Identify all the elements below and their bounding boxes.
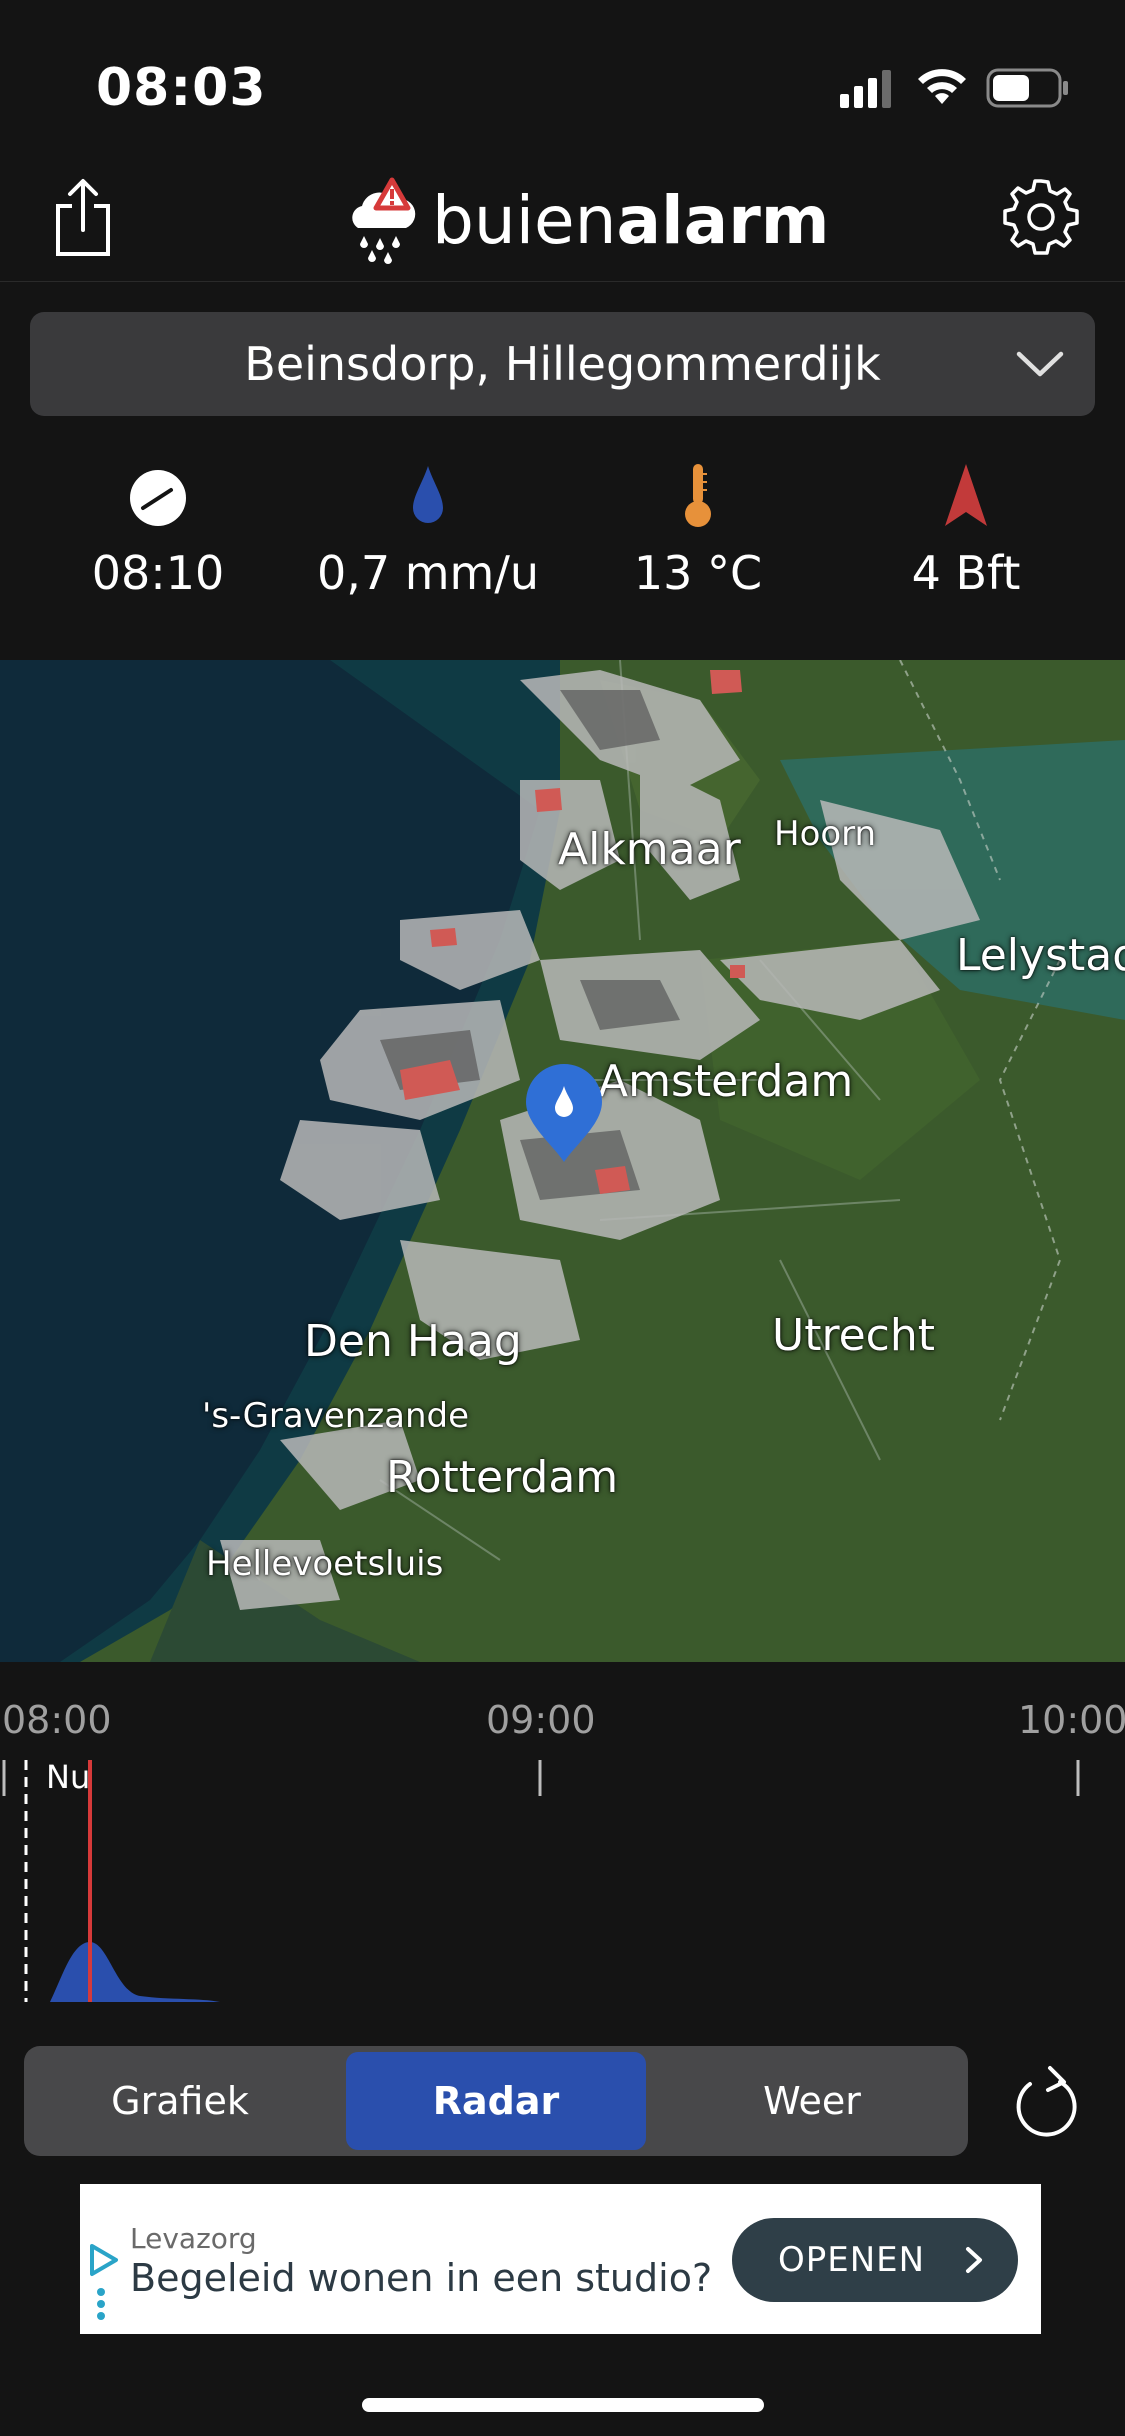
app-header: buienalarm <box>0 160 1125 282</box>
ad-choices-icon[interactable] <box>86 2244 122 2322</box>
map-label-s-gravenzande: 's-Gravenzande <box>202 1396 470 1436</box>
stat-wind: 4 Bft <box>826 460 1106 600</box>
ad-title: Begeleid wonen in een studio? <box>130 2256 713 2300</box>
location-selector[interactable]: Beinsdorp, Hillegommerdijk <box>30 312 1095 416</box>
clock-icon <box>130 470 186 526</box>
signal-bars-icon <box>840 70 891 108</box>
stat-temperature: 13 °C <box>558 460 838 600</box>
tab-radar[interactable]: Radar <box>346 2052 646 2150</box>
stat-time-value: 08:10 <box>91 546 225 600</box>
ad-advertiser: Levazorg <box>130 2222 257 2255</box>
wifi-icon <box>918 69 966 104</box>
now-label: Nu <box>46 1758 91 1796</box>
rain-cloud-warning-icon <box>352 177 416 264</box>
raindrop-icon <box>413 466 443 523</box>
map-label-rotterdam: Rotterdam <box>386 1452 619 1503</box>
map-label-hellevoetsluis: Hellevoetsluis <box>206 1544 444 1584</box>
chevron-down-icon <box>1016 351 1064 377</box>
refresh-icon[interactable] <box>1010 2060 1080 2140</box>
tab-weer[interactable]: Weer <box>662 2052 962 2150</box>
map-label-alkmaar: Alkmaar <box>558 824 741 875</box>
stat-precipitation: 0,7 mm/u <box>288 460 568 600</box>
rain-timeline[interactable]: 08:00 09:00 10:00 Nu <box>0 1662 1125 2022</box>
status-time: 08:03 <box>96 58 267 118</box>
stat-precipitation-value: 0,7 mm/u <box>316 546 540 600</box>
weather-stats: 08:10 0,7 mm/u 13 °C 4 Bft <box>0 460 1125 630</box>
map-label-hoorn: Hoorn <box>774 814 877 854</box>
status-bar: 08:03 <box>0 0 1125 160</box>
map-label-lelystad: Lelystad <box>956 930 1125 981</box>
share-icon[interactable] <box>52 176 114 260</box>
thermometer-icon <box>685 464 711 527</box>
chevron-right-icon <box>966 2247 982 2273</box>
stat-time: 08:10 <box>18 460 298 600</box>
stat-temperature-value: 13 °C <box>633 546 763 600</box>
tab-grafiek[interactable]: Grafiek <box>30 2052 330 2150</box>
gear-icon[interactable] <box>1002 178 1080 256</box>
location-label: Beinsdorp, Hillegommerdijk <box>244 337 881 391</box>
app-name: buienalarm <box>432 182 830 259</box>
stat-wind-value: 4 Bft <box>911 546 1021 600</box>
location-pin-icon[interactable] <box>522 1064 606 1164</box>
app-brand: buienalarm <box>346 172 830 268</box>
app-name-light: buien <box>432 181 617 259</box>
radar-map[interactable]: Alkmaar Hoorn Lelystad Amsterdam Utrecht… <box>0 660 1125 1662</box>
timeline-chart <box>2 1760 1080 2002</box>
view-tabs: Grafiek Radar Weer <box>24 2046 968 2156</box>
wind-arrow-icon <box>945 464 987 526</box>
ad-banner[interactable]: Levazorg Begeleid wonen in een studio? O… <box>80 2184 1041 2334</box>
ad-open-button-label: OPENEN <box>778 2240 926 2280</box>
battery-icon <box>986 68 1068 108</box>
map-label-den-haag: Den Haag <box>304 1316 522 1367</box>
home-indicator[interactable] <box>362 2398 764 2412</box>
map-label-utrecht: Utrecht <box>772 1310 935 1361</box>
map-label-amsterdam: Amsterdam <box>598 1056 854 1107</box>
app-name-bold: alarm <box>616 181 830 259</box>
ad-open-button[interactable]: OPENEN <box>732 2218 1018 2302</box>
